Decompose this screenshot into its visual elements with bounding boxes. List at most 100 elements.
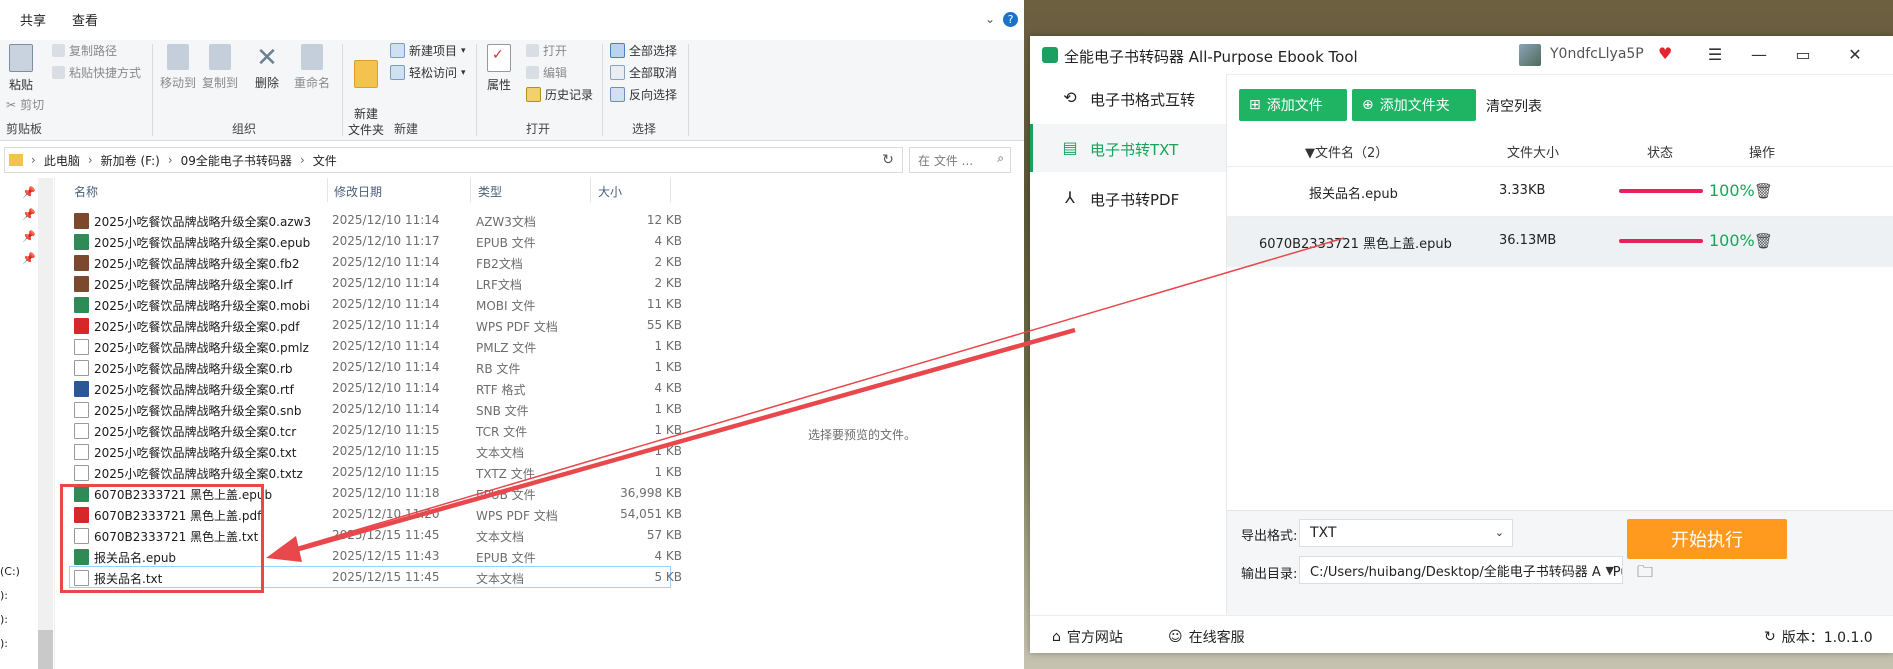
clear-list-button[interactable]: 清空列表 (1486, 96, 1542, 116)
file-row[interactable]: 2025小吃餐饮品牌战略升级全案0.tcr 2025/12/10 11:15 TCR… (70, 420, 682, 440)
pin-icon[interactable]: 📌 (22, 186, 36, 199)
column-divider[interactable] (327, 178, 328, 202)
copy-to-button[interactable]: 复制到 (200, 44, 240, 91)
search-input[interactable]: 在 文件 ... ⌕ (909, 147, 1011, 173)
breadcrumb-current[interactable]: 文件 (313, 152, 337, 169)
address-bar[interactable]: › 此电脑 › 新加卷 (F:) › 09全能电子书转码器 › 文件 (4, 147, 903, 173)
nav-drive[interactable]: ): (0, 613, 8, 626)
avatar[interactable] (1519, 44, 1541, 66)
column-header-size[interactable]: 大小 (598, 183, 622, 200)
tab-view[interactable]: 查看 (72, 10, 98, 29)
trash-icon[interactable]: 🗑 (1754, 182, 1773, 200)
new-item-button[interactable]: 新建项目 ▾ (390, 42, 466, 59)
pin-icon[interactable]: 📌 (22, 230, 36, 243)
column-header-date[interactable]: 修改日期 (334, 183, 382, 200)
minimize-icon[interactable]: — (1746, 42, 1772, 68)
column-divider[interactable] (670, 178, 671, 202)
pin-icon[interactable]: 📌 (22, 208, 36, 221)
delete-button[interactable]: ✕ 删除 (252, 44, 282, 91)
delete-x-icon: ✕ (256, 43, 278, 73)
column-header-type[interactable]: 类型 (478, 183, 502, 200)
open-folder-icon[interactable]: 🗀 (1637, 561, 1653, 588)
file-size: 1 KB (654, 465, 682, 479)
add-folder-button[interactable]: ⊕ 添加文件夹 (1352, 89, 1476, 121)
file-row[interactable]: 2025小吃餐饮品牌战略升级全案0.lrf 2025/12/10 11:14 LRF… (70, 273, 682, 293)
refresh-icon[interactable]: ↻ (878, 150, 898, 170)
file-row[interactable]: 2025小吃餐饮品牌战略升级全案0.pmlz 2025/12/10 11:14 PM… (70, 336, 682, 356)
nav-drive[interactable]: ): (0, 589, 8, 602)
add-file-button[interactable]: ⊞ 添加文件 (1239, 89, 1347, 121)
edit-button[interactable]: 编辑 (526, 64, 567, 81)
history-button[interactable]: 历史记录 (526, 86, 593, 103)
doc-file-icon (74, 339, 89, 355)
copy-path-button[interactable]: 复制路径 (52, 42, 117, 59)
nav-drive-c[interactable]: (C:) (0, 565, 20, 578)
start-button[interactable]: 开始执行 (1627, 519, 1787, 559)
file-row[interactable]: 2025小吃餐饮品牌战略升级全案0.mobi 2025/12/10 11:14 MO… (70, 294, 682, 314)
file-row[interactable]: 2025小吃餐饮品牌战略升级全案0.pdf 2025/12/10 11:14 WPS… (70, 315, 682, 335)
file-type: EPUB 文件 (476, 236, 536, 250)
move-to-button[interactable]: 移动到 (158, 44, 198, 91)
file-type: WPS PDF 文档 (476, 509, 558, 523)
sidebar-item-to-pdf[interactable]: ⅄ 电子书转PDF (1030, 174, 1226, 222)
online-support-link[interactable]: ☺ 在线客服 (1168, 627, 1245, 647)
file-row[interactable]: 2025小吃餐饮品牌战略升级全案0.rtf 2025/12/10 11:14 RTF… (70, 378, 682, 398)
cut-label: 剪切 (20, 98, 45, 112)
help-icon[interactable]: ? (1003, 12, 1018, 27)
column-divider[interactable] (470, 178, 471, 202)
file-size: 4 KB (654, 549, 682, 563)
select-all-button[interactable]: 全部选择 (610, 42, 677, 59)
select-none-button[interactable]: 全部取消 (610, 64, 677, 81)
menu-icon[interactable]: ☰ (1702, 42, 1728, 68)
nav-scrollbar-thumb[interactable] (38, 630, 53, 669)
file-type: RB 文件 (476, 362, 521, 376)
output-dir-select[interactable]: C:/Users/huibang/Desktop/全能电子书转码器 All-Pu… (1299, 556, 1623, 584)
chevron-right-icon: › (31, 153, 36, 167)
invert-selection-button[interactable]: 反向选择 (610, 86, 677, 103)
properties-button[interactable]: ✓ 属性 (484, 44, 514, 93)
file-date: 2025/12/10 11:14 (332, 318, 440, 332)
open-button[interactable]: 打开 (526, 42, 567, 59)
breadcrumb-this-pc[interactable]: 此电脑 (44, 152, 80, 169)
file-row[interactable]: 2025小吃餐饮品牌战略升级全案0.rb 2025/12/10 11:14 RB 文… (70, 357, 682, 377)
file-list-scrollbar[interactable] (1010, 178, 1024, 669)
vip-heart-icon[interactable]: ♥ (1658, 44, 1672, 63)
nav-drive[interactable]: ): (0, 637, 8, 650)
table-header-name[interactable]: ▼文件名（2） (1305, 142, 1388, 161)
file-row[interactable]: 2025小吃餐饮品牌战略升级全案0.snb 2025/12/10 11:14 SNB… (70, 399, 682, 419)
column-divider[interactable] (590, 178, 591, 202)
export-format-select[interactable]: TXT ⌄ (1299, 519, 1513, 547)
file-row[interactable]: 2025小吃餐饮品牌战略升级全案0.txtz 2025/12/10 11:15 TX… (70, 462, 682, 482)
file-row[interactable]: 2025小吃餐饮品牌战略升级全案0.azw3 2025/12/10 11:14 AZ… (70, 210, 682, 230)
table-header-name-label: 文件名（2） (1315, 146, 1389, 161)
sidebar-item-to-txt[interactable]: ▤ 电子书转TXT (1030, 124, 1226, 172)
official-site-link[interactable]: ⌂ 官方网站 (1052, 627, 1123, 647)
maximize-icon[interactable]: ▭ (1790, 42, 1816, 68)
cut-button[interactable]: ✂ 剪切 (6, 96, 44, 113)
chevron-down-icon[interactable]: ⌄ (985, 12, 995, 26)
close-icon[interactable]: ✕ (1842, 42, 1868, 68)
nav-scrollbar[interactable] (38, 178, 53, 669)
table-row[interactable]: 6070B2333721 黑色上盖.epub 36.13MB 100% 🗑 (1227, 216, 1893, 267)
breadcrumb-folder[interactable]: 09全能电子书转码器 (181, 152, 292, 169)
table-row[interactable]: 报关品名.epub 3.33KB 100% 🗑 (1227, 166, 1893, 217)
file-row[interactable]: 2025小吃餐饮品牌战略升级全案0.fb2 2025/12/10 11:14 FB2… (70, 252, 682, 272)
paste-icon (9, 44, 33, 72)
trash-icon[interactable]: 🗑 (1754, 232, 1773, 250)
username[interactable]: Y0ndfcLlya5P (1550, 46, 1644, 62)
paste-button[interactable]: 粘贴 (6, 44, 36, 93)
paste-shortcut-button[interactable]: 粘贴快捷方式 (52, 64, 141, 81)
file-row[interactable]: 2025小吃餐饮品牌战略升级全案0.epub 2025/12/10 11:17 EP… (70, 231, 682, 251)
file-size: 11 KB (646, 297, 682, 311)
file-row[interactable]: 2025小吃餐饮品牌战略升级全案0.txt 2025/12/10 11:15 文本文… (70, 441, 682, 461)
column-header-name[interactable]: 名称 (74, 183, 98, 200)
breadcrumb-drive[interactable]: 新加卷 (F:) (101, 152, 160, 169)
sidebar-item-format-convert[interactable]: ⟲ 电子书格式互转 (1030, 74, 1226, 122)
footer-bar: ⌂ 官方网站 ☺ 在线客服 ↻ 版本：1.0.1.0 (1030, 615, 1893, 653)
new-folder-button[interactable]: 新建 文件夹 (346, 44, 386, 138)
version-info[interactable]: ↻ 版本：1.0.1.0 (1764, 627, 1873, 647)
easy-access-button[interactable]: 轻松访问 ▾ (390, 64, 466, 81)
tab-share[interactable]: 共享 (20, 10, 46, 29)
rename-button[interactable]: 重命名 (290, 44, 334, 91)
pin-icon[interactable]: 📌 (22, 252, 36, 265)
